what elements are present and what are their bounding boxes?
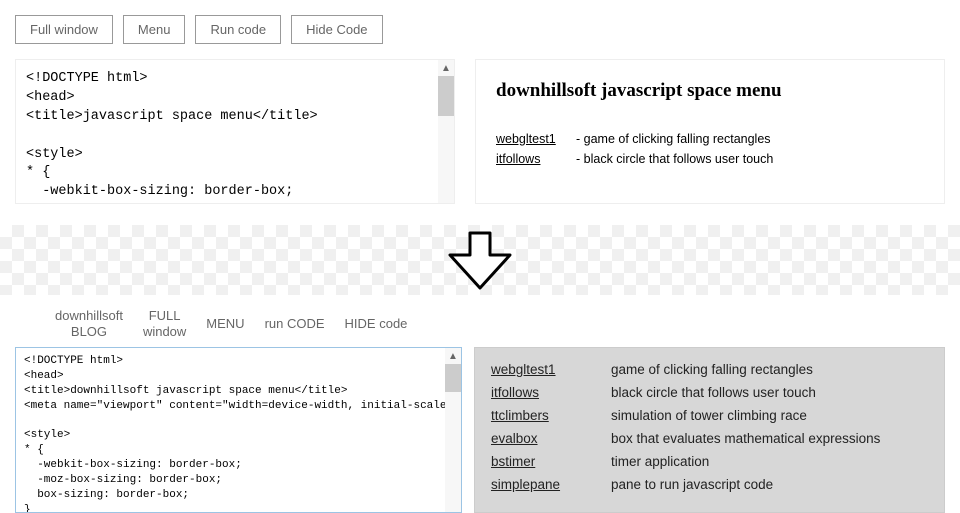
demo-desc: box that evaluates mathematical expressi…	[611, 431, 928, 446]
full-window-button[interactable]: Full window	[15, 15, 113, 44]
demo-link[interactable]: simplepane	[491, 477, 591, 492]
code-content: <!DOCTYPE html> <head> <title>downhillso…	[24, 354, 461, 513]
demo-desc: black circle that follows user touch	[611, 385, 928, 400]
preview-top: downhillsoft javascript space menu webgl…	[475, 59, 945, 204]
blog-link[interactable]: downhillsoft BLOG	[55, 308, 123, 339]
scroll-up-icon[interactable]: ▲	[445, 348, 461, 364]
bottom-toolbar: downhillsoft BLOG FULL window MENU run C…	[55, 308, 945, 339]
scrollbar-thumb[interactable]	[445, 364, 461, 392]
demo-desc: simulation of tower climbing race	[611, 408, 928, 423]
demo-link[interactable]: webgltest1	[491, 362, 591, 377]
demo-link[interactable]: bstimer	[491, 454, 591, 469]
menu-link[interactable]: MENU	[206, 316, 244, 332]
list-item: simplepane pane to run javascript code	[491, 477, 928, 492]
top-panels: <!DOCTYPE html> <head> <title>javascript…	[15, 59, 945, 204]
demo-link[interactable]: itfollows	[491, 385, 591, 400]
label-line: BLOG	[71, 324, 107, 339]
list-item: webgltest1 game of clicking falling recta…	[491, 362, 928, 377]
demo-link[interactable]: evalbox	[491, 431, 591, 446]
demo-desc: pane to run javascript code	[611, 477, 928, 492]
demo-link[interactable]: itfollows	[496, 152, 576, 166]
code-editor-bottom[interactable]: <!DOCTYPE html> <head> <title>downhillso…	[15, 347, 462, 513]
demo-link[interactable]: ttclimbers	[491, 408, 591, 423]
label-line: window	[143, 324, 186, 339]
preview-heading: downhillsoft javascript space menu	[496, 80, 924, 102]
full-window-link[interactable]: FULL window	[143, 308, 186, 339]
bottom-panels: <!DOCTYPE html> <head> <title>downhillso…	[15, 347, 945, 513]
hide-code-button[interactable]: Hide Code	[291, 15, 382, 44]
preview-bottom: webgltest1 game of clicking falling recta…	[474, 347, 945, 513]
down-arrow-icon	[440, 230, 520, 295]
scroll-up-icon[interactable]: ▲	[438, 60, 454, 76]
before-region: Full window Menu Run code Hide Code <!DO…	[0, 0, 960, 204]
run-code-link[interactable]: run CODE	[265, 316, 325, 332]
list-item: itfollows - black circle that follows us…	[496, 152, 924, 166]
demo-link[interactable]: webgltest1	[496, 132, 576, 146]
menu-button[interactable]: Menu	[123, 15, 186, 44]
list-item: bstimer timer application	[491, 454, 928, 469]
list-item: evalbox box that evaluates mathematical e…	[491, 431, 928, 446]
after-region: downhillsoft BLOG FULL window MENU run C…	[0, 298, 960, 513]
top-toolbar: Full window Menu Run code Hide Code	[15, 15, 945, 44]
code-content: <!DOCTYPE html> <head> <title>javascript…	[26, 70, 454, 204]
run-code-button[interactable]: Run code	[195, 15, 281, 44]
demo-desc: - game of clicking falling rectangles	[576, 132, 771, 146]
preview-list-top: webgltest1 - game of clicking falling re…	[496, 132, 924, 166]
list-item: webgltest1 - game of clicking falling re…	[496, 132, 924, 146]
demo-desc: game of clicking falling rectangles	[611, 362, 928, 377]
scrollbar-thumb[interactable]	[438, 76, 454, 116]
demo-desc: - black circle that follows user touch	[576, 152, 773, 166]
label-line: FULL	[149, 308, 181, 323]
code-editor-top[interactable]: <!DOCTYPE html> <head> <title>javascript…	[15, 59, 455, 204]
demo-desc: timer application	[611, 454, 928, 469]
list-item: itfollows black circle that follows user …	[491, 385, 928, 400]
hide-code-link[interactable]: HIDE code	[345, 316, 408, 332]
list-item: ttclimbers simulation of tower climbing r…	[491, 408, 928, 423]
label-line: downhillsoft	[55, 308, 123, 323]
